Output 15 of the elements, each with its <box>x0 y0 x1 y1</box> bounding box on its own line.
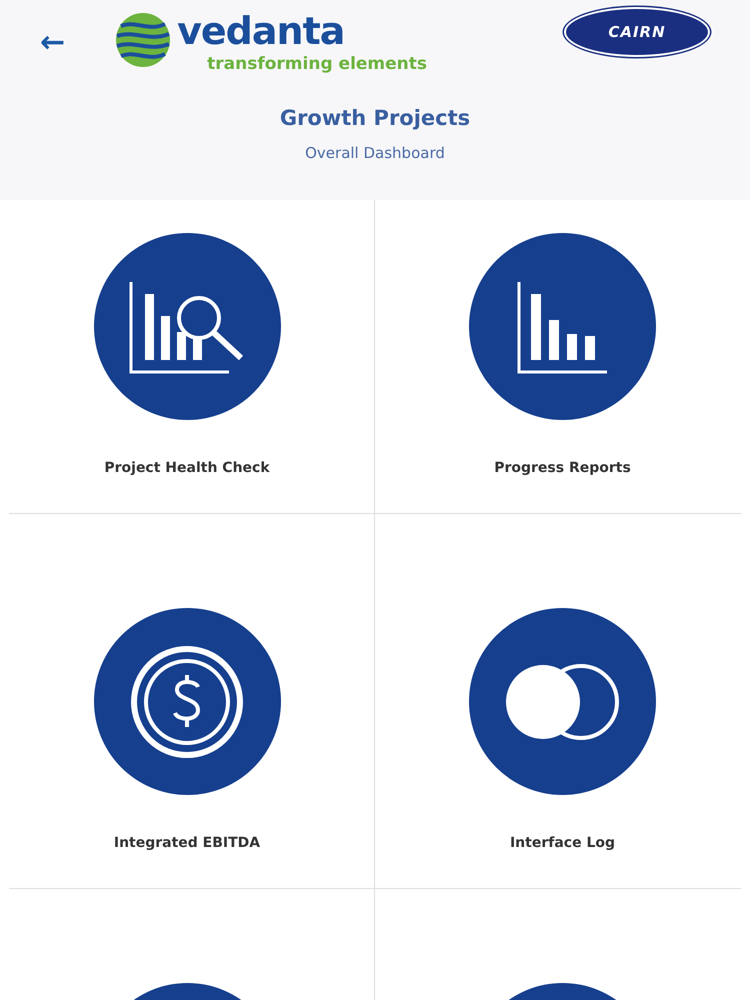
brand-name: vedanta <box>177 12 346 50</box>
tile-label[interactable]: Interface Log <box>510 835 616 851</box>
chart-search-icon <box>129 280 245 374</box>
tile-label[interactable]: Progress Reports <box>494 460 631 476</box>
page-title: Growth Projects <box>280 106 470 130</box>
overlapping-circles-icon <box>504 662 620 740</box>
globe-logo-icon <box>115 12 172 68</box>
brand-tagline: transforming elements <box>207 54 428 74</box>
back-button[interactable]: ← <box>40 28 66 58</box>
tile-label[interactable]: Integrated EBITDA <box>114 835 260 851</box>
page-subtitle: Overall Dashboard <box>305 144 445 162</box>
tile-label[interactable]: Project Health Check <box>104 460 270 476</box>
dollar-coin-icon <box>130 644 244 758</box>
bar-chart-icon <box>516 280 608 374</box>
partner-logo: CAIRN <box>564 7 710 57</box>
